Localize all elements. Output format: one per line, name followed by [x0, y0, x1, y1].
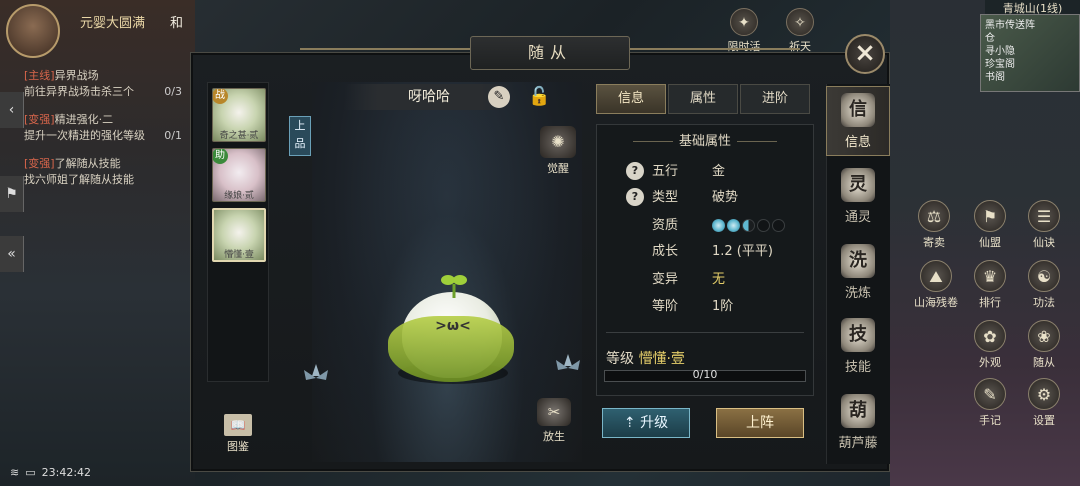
awaken-icon: ✺ [540, 126, 576, 158]
quest-item[interactable]: [主线]异界战场 前往异界战场击杀三个 0/3 [24, 68, 196, 100]
menu-settings[interactable]: ⚙ 设置 [1016, 378, 1072, 428]
companion-icon: ❀ [1028, 320, 1060, 352]
player-name-extra: 和 [170, 16, 184, 31]
companion-slot-selected[interactable]: 懵懂·壹 [212, 208, 266, 262]
xp-text: 0/10 [692, 368, 718, 381]
sidetab-refine[interactable]: 洗洗炼 [826, 238, 890, 308]
wifi-icon: ≋ [10, 466, 20, 479]
tab-info[interactable]: 信息 [596, 84, 666, 114]
stat-row-mutation: 变异无 [652, 272, 726, 287]
notes-icon: ✎ [974, 378, 1006, 410]
stat-row-element: ? 五行金 [626, 160, 816, 182]
gear-icon: ⚙ [1028, 378, 1060, 410]
deploy-button[interactable]: 上阵 [716, 408, 804, 438]
lotus-icon [304, 364, 328, 380]
stat-row-growth: 成长 1.2 (平平) [652, 244, 773, 259]
upgrade-button[interactable]: ⇡ 升级 [602, 408, 690, 438]
stat-row-aptitude: 资质 [626, 214, 816, 236]
sidetab-skill[interactable]: 技技能 [826, 312, 890, 382]
panel-title: 随从 [470, 36, 630, 70]
menu-appearance[interactable]: ✿ 外观 [962, 320, 1018, 370]
close-icon: × [854, 38, 876, 68]
sidetab-gourd[interactable]: 葫葫芦藤 [826, 388, 890, 458]
title-ornament [630, 48, 800, 50]
aptitude-dot [727, 219, 740, 232]
expand-left-tab[interactable]: « [0, 236, 24, 272]
aptitude-dot [712, 219, 725, 232]
arrow-up-icon: ⇡ [623, 415, 641, 431]
minimap[interactable]: 黑市传送阵 仓 寻小隐 珍宝阁 书阁 [980, 14, 1080, 92]
menu-shanhai[interactable]: ⛰ 山海残卷 [902, 260, 970, 310]
lock-icon[interactable]: 🔓 [528, 86, 550, 110]
player-realm: 元婴大圆满 [80, 16, 146, 31]
quest-item[interactable]: [变强]精进强化·二 提升一次精进的强化等级 0/1 [24, 112, 196, 144]
skill-icon: 技 [841, 318, 875, 352]
grade-badge: 上品 [289, 116, 311, 156]
assist-badge: 助 [213, 149, 228, 164]
close-button[interactable]: × [845, 34, 885, 74]
aptitude-dot [757, 219, 770, 232]
companion-slot[interactable]: 助 缘娘·贰 [212, 148, 266, 202]
lotus-icon [556, 354, 580, 370]
menu-secret[interactable]: ☰ 仙诀 [1016, 200, 1072, 250]
spirit-icon: 灵 [841, 168, 875, 202]
tab-advance[interactable]: 进阶 [740, 84, 810, 114]
aptitude-dot [772, 219, 785, 232]
appearance-icon: ✿ [974, 320, 1006, 352]
gourd-icon: 葫 [841, 394, 875, 428]
team-tab[interactable]: ⚑ [0, 176, 24, 212]
level-label: 等级 懵懂·壹 [606, 351, 685, 367]
menu-skill[interactable]: ☯ 功法 [1016, 260, 1072, 310]
book-icon: 📖 [224, 414, 252, 436]
sidetab-spirit[interactable]: 灵通灵 [826, 162, 890, 232]
awaken-button[interactable]: ✺ 觉醒 [534, 126, 582, 176]
tab-attributes[interactable]: 属性 [668, 84, 738, 114]
info-icon: 信 [841, 93, 875, 127]
aptitude-dot [742, 219, 755, 232]
menu-consign[interactable]: ⚖ 寄卖 [906, 200, 962, 250]
menu-rank[interactable]: ♛ 排行 [962, 260, 1018, 310]
scroll-icon: ☰ [1028, 200, 1060, 232]
event-icon: ✦ [730, 8, 758, 36]
menu-guild[interactable]: ⚑ 仙盟 [962, 200, 1018, 250]
edit-name-icon[interactable]: ✎ [488, 86, 510, 108]
help-icon[interactable]: ? [626, 162, 644, 180]
quest-collapse-tab[interactable]: ‹ [0, 92, 24, 128]
release-button[interactable]: ✂ 放生 [530, 398, 578, 444]
consign-icon: ⚖ [918, 200, 950, 232]
skill-icon: ☯ [1028, 260, 1060, 292]
rank-icon: ♛ [974, 260, 1006, 292]
aptitude-dots [712, 218, 787, 233]
status-clock: ≋ ▭ 23:42:42 [10, 466, 92, 479]
pray-icon: ✧ [786, 8, 814, 36]
menu-notes[interactable]: ✎ 手记 [962, 378, 1018, 428]
player-avatar[interactable] [6, 4, 60, 58]
stat-row-type: ? 类型 破势 [626, 186, 816, 208]
battle-badge: 战 [213, 89, 228, 104]
section-title: 基础属性 [596, 130, 814, 149]
shanhai-icon: ⛰ [920, 260, 952, 292]
guild-icon: ⚑ [974, 200, 1006, 232]
sprout-icon [441, 275, 467, 298]
sidetab-info[interactable]: 信信息 [826, 86, 890, 156]
divider [606, 332, 804, 333]
refine-icon: 洗 [841, 244, 875, 278]
pet-face: >ω< [435, 318, 471, 334]
quest-tracker: [主线]异界战场 前往异界战场击杀三个 0/3 [变强]精进强化·二 提升一次精进… [24, 68, 196, 200]
quest-item[interactable]: [变强]了解随从技能 找六师姐了解随从技能 [24, 156, 196, 188]
stat-row-tier: 等阶 1阶 [652, 299, 734, 314]
companion-slot[interactable]: 战 奇之甚·贰 [212, 88, 266, 142]
help-icon[interactable]: ? [626, 188, 644, 206]
battery-icon: ▭ [25, 466, 36, 479]
menu-companion[interactable]: ❀ 随从 [1016, 320, 1072, 370]
release-icon: ✂ [537, 398, 571, 426]
handbook-button[interactable]: 📖 图鉴 [218, 414, 258, 454]
title-ornament [300, 48, 470, 50]
